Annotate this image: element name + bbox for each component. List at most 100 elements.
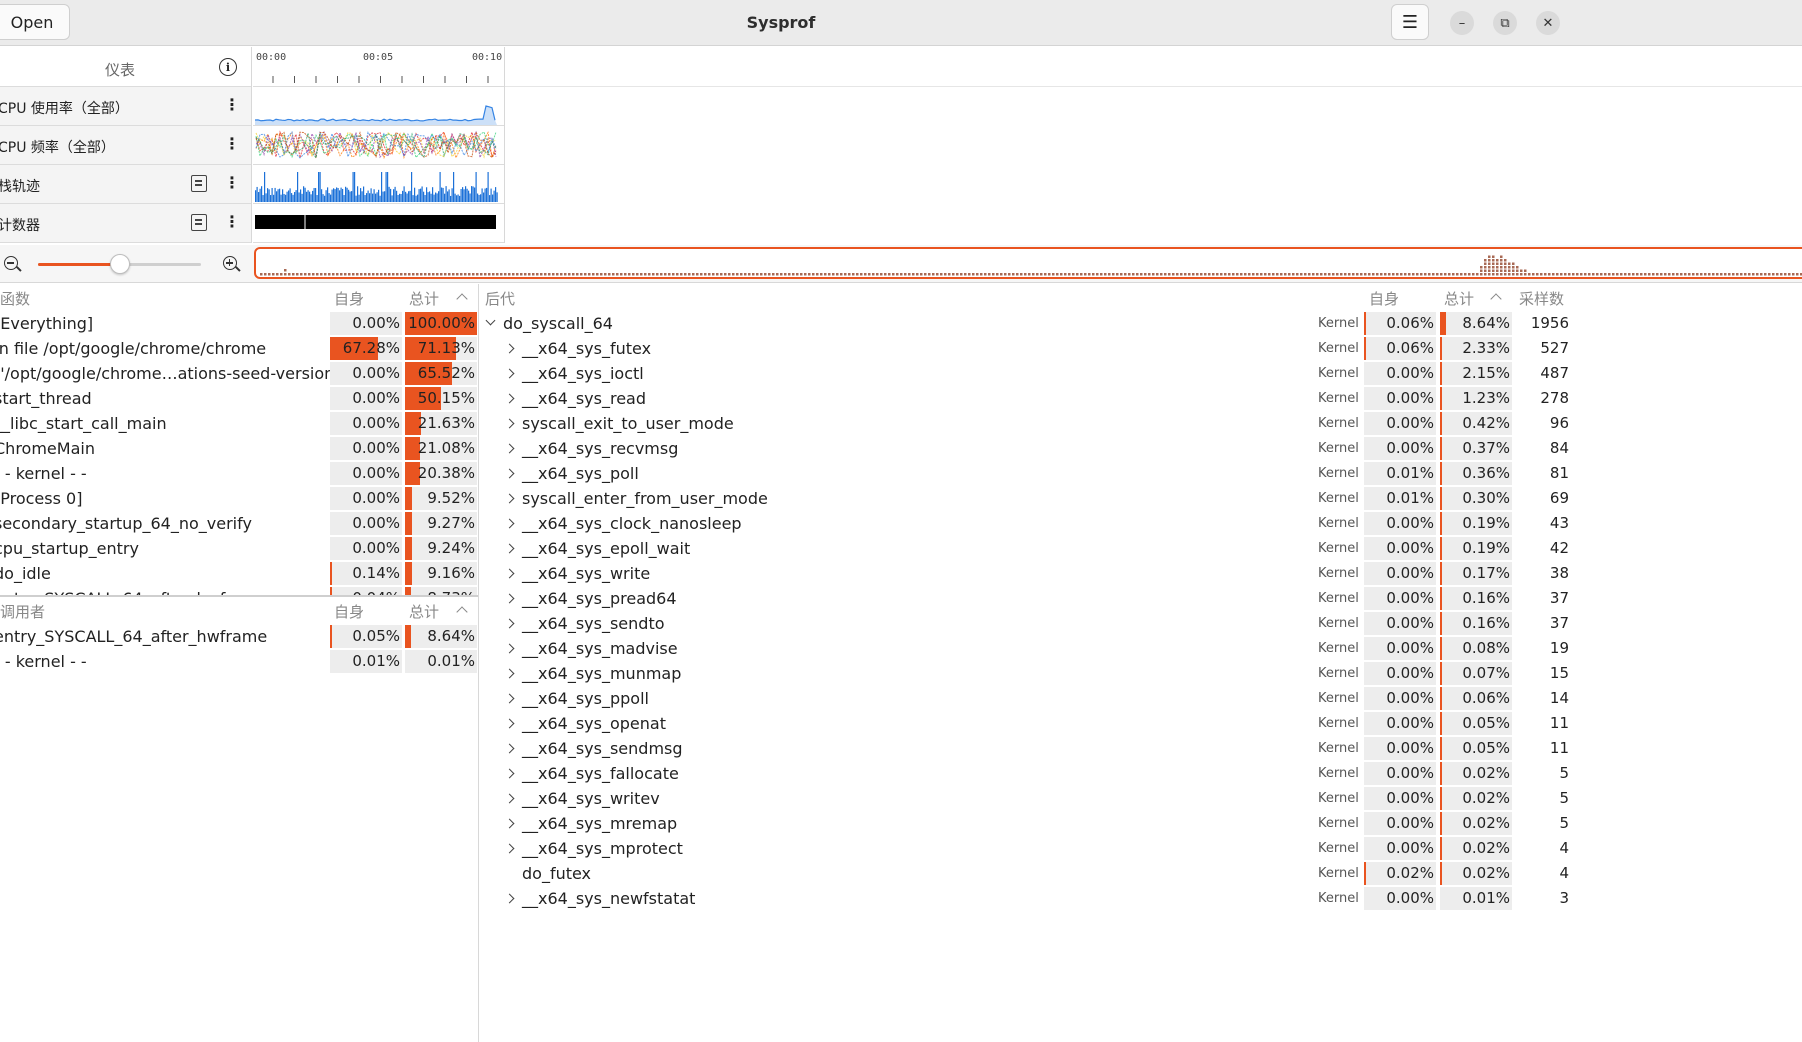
document-icon[interactable] bbox=[191, 175, 207, 192]
expander-expand-icon[interactable] bbox=[504, 418, 515, 429]
expander-expand-icon[interactable] bbox=[504, 593, 515, 604]
zoom-in-icon[interactable] bbox=[223, 256, 237, 270]
descendants-column-header[interactable]: 后代 bbox=[485, 288, 515, 309]
descendant-row[interactable]: __x64_sys_mremap Kernel 0.00% 0.02% 5 bbox=[479, 811, 1802, 836]
expander-expand-icon[interactable] bbox=[504, 343, 515, 354]
caller-row[interactable]: entry_SYSCALL_64_after_hwframe 0.05% 8.64% bbox=[0, 624, 478, 649]
function-row[interactable]: ChromeMain 0.00% 21.08% bbox=[0, 436, 478, 461]
descendant-row[interactable]: do_futex Kernel 0.02% 0.02% 4 bbox=[479, 861, 1802, 886]
expander-expand-icon[interactable] bbox=[504, 393, 515, 404]
expander-expand-icon[interactable] bbox=[504, 843, 515, 854]
function-row[interactable]: In file /opt/google/chrome/chrome 67.28% 7… bbox=[0, 336, 478, 361]
instrument-row[interactable]: 计数器 ⋮ bbox=[0, 204, 251, 243]
function-row[interactable]: - - kernel - - 0.00% 20.38% bbox=[0, 461, 478, 486]
expander-collapse-icon[interactable] bbox=[485, 315, 496, 326]
expander-expand-icon[interactable] bbox=[504, 643, 515, 654]
close-icon[interactable]: ✕ bbox=[1536, 11, 1560, 35]
descendant-row[interactable]: __x64_sys_fallocate Kernel 0.00% 0.02% 5 bbox=[479, 761, 1802, 786]
descendant-row[interactable]: do_syscall_64 Kernel 0.06% 8.64% 1956 bbox=[479, 311, 1802, 336]
minimize-icon[interactable]: – bbox=[1450, 11, 1474, 35]
stack-trace-graph[interactable] bbox=[253, 165, 504, 204]
document-icon[interactable] bbox=[191, 214, 207, 231]
total-percent-cell: 9.27% bbox=[405, 512, 477, 535]
expander-expand-icon[interactable] bbox=[504, 518, 515, 529]
expander-expand-icon[interactable] bbox=[504, 793, 515, 804]
hamburger-menu-icon[interactable]: ☰ bbox=[1391, 4, 1429, 40]
functions-column-header[interactable]: 函数 bbox=[0, 288, 30, 309]
descendant-row[interactable]: __x64_sys_pread64 Kernel 0.00% 0.16% 37 bbox=[479, 586, 1802, 611]
function-row[interactable]: secondary_startup_64_no_verify 0.00% 9.27% bbox=[0, 511, 478, 536]
expander-expand-icon[interactable] bbox=[504, 668, 515, 679]
kebab-menu-icon[interactable]: ⋮ bbox=[224, 214, 240, 230]
descendant-row[interactable]: __x64_sys_epoll_wait Kernel 0.00% 0.19% 42 bbox=[479, 536, 1802, 561]
descendant-row[interactable]: __x64_sys_sendto Kernel 0.00% 0.16% 37 bbox=[479, 611, 1802, 636]
zoom-out-icon[interactable] bbox=[4, 256, 18, 270]
descendant-row[interactable]: __x64_sys_munmap Kernel 0.00% 0.07% 15 bbox=[479, 661, 1802, 686]
expander-expand-icon[interactable] bbox=[504, 893, 515, 904]
expander-expand-icon[interactable] bbox=[504, 693, 515, 704]
descendant-row[interactable]: __x64_sys_mprotect Kernel 0.00% 0.02% 4 bbox=[479, 836, 1802, 861]
function-row[interactable]: do_idle 0.14% 9.16% bbox=[0, 561, 478, 586]
instrument-row[interactable]: 栈轨迹 ⋮ bbox=[0, 165, 251, 204]
expander-expand-icon[interactable] bbox=[504, 368, 515, 379]
descendant-row[interactable]: __x64_sys_clock_nanosleep Kernel 0.00% 0.19… bbox=[479, 511, 1802, 536]
function-row[interactable]: start_thread 0.00% 50.15% bbox=[0, 386, 478, 411]
expander-expand-icon[interactable] bbox=[504, 618, 515, 629]
expander-expand-icon[interactable] bbox=[504, 443, 515, 454]
expander-expand-icon[interactable] bbox=[504, 743, 515, 754]
function-name: ['/opt/google/chrome…ations-seed-version… bbox=[0, 364, 345, 383]
expander-expand-icon[interactable] bbox=[504, 768, 515, 779]
callers-column-header[interactable]: 调用者 bbox=[0, 601, 45, 622]
self-column-header[interactable]: 自身 bbox=[1369, 288, 1399, 309]
function-row[interactable]: entry_SYSCALL_64_after_hwframe0.04%8.73% bbox=[0, 586, 478, 595]
descendant-row[interactable]: __x64_sys_ioctl Kernel 0.00% 2.15% 487 bbox=[479, 361, 1802, 386]
instrument-row[interactable]: CPU 使用率（全部） ⋮ bbox=[0, 87, 251, 126]
descendant-row[interactable]: __x64_sys_madvise Kernel 0.00% 0.08% 19 bbox=[479, 636, 1802, 661]
total-percent-cell: 0.42% bbox=[1440, 412, 1512, 435]
cpu-frequency-graph[interactable] bbox=[253, 126, 504, 165]
caller-row[interactable]: - - kernel - - 0.01% 0.01% bbox=[0, 649, 478, 674]
minimap-sample-mark bbox=[1424, 273, 1427, 276]
expander-expand-icon[interactable] bbox=[504, 468, 515, 479]
descendant-row[interactable]: __x64_sys_futex Kernel 0.06% 2.33% 527 bbox=[479, 336, 1802, 361]
samples-column-header[interactable]: 采样数 bbox=[1519, 288, 1564, 309]
total-column-header[interactable]: 总计 bbox=[409, 601, 439, 622]
expander-expand-icon[interactable] bbox=[504, 493, 515, 504]
total-column-header[interactable]: 总计 bbox=[409, 288, 439, 309]
descendant-row[interactable]: __x64_sys_poll Kernel 0.01% 0.36% 81 bbox=[479, 461, 1802, 486]
descendant-row[interactable]: __x64_sys_openat Kernel 0.00% 0.05% 11 bbox=[479, 711, 1802, 736]
counters-graph[interactable] bbox=[253, 204, 504, 243]
kebab-menu-icon[interactable]: ⋮ bbox=[224, 136, 240, 152]
cpu-usage-graph[interactable] bbox=[253, 87, 504, 126]
function-row[interactable]: __libc_start_call_main 0.00% 21.63% bbox=[0, 411, 478, 436]
descendant-row[interactable]: __x64_sys_writev Kernel 0.00% 0.02% 5 bbox=[479, 786, 1802, 811]
descendant-row[interactable]: __x64_sys_sendmsg Kernel 0.00% 0.05% 11 bbox=[479, 736, 1802, 761]
kebab-menu-icon[interactable]: ⋮ bbox=[224, 97, 240, 113]
descendant-row[interactable]: __x64_sys_write Kernel 0.00% 0.17% 38 bbox=[479, 561, 1802, 586]
descendant-row[interactable]: __x64_sys_read Kernel 0.00% 1.23% 278 bbox=[479, 386, 1802, 411]
function-row[interactable]: cpu_startup_entry 0.00% 9.24% bbox=[0, 536, 478, 561]
restore-icon[interactable]: ⧉ bbox=[1493, 11, 1517, 35]
descendant-row[interactable]: __x64_sys_newfstatat Kernel 0.00% 0.01% 3 bbox=[479, 886, 1802, 911]
function-row[interactable]: ['/opt/google/chrome…ations-seed-version… bbox=[0, 361, 478, 386]
descendant-row[interactable]: __x64_sys_ppoll Kernel 0.00% 0.06% 14 bbox=[479, 686, 1802, 711]
descendant-row[interactable]: syscall_exit_to_user_mode Kernel 0.00% 0.42… bbox=[479, 411, 1802, 436]
zoom-slider-handle[interactable] bbox=[109, 254, 130, 274]
percent-value: 0.00% bbox=[1386, 689, 1434, 707]
expander-expand-icon[interactable] bbox=[504, 543, 515, 554]
descendant-row[interactable]: syscall_enter_from_user_mode Kernel 0.01% 0… bbox=[479, 486, 1802, 511]
total-column-header[interactable]: 总计 bbox=[1444, 288, 1474, 309]
expander-expand-icon[interactable] bbox=[504, 568, 515, 579]
function-row[interactable]: [Everything] 0.00% 100.00% bbox=[0, 311, 478, 336]
timeline-minimap[interactable] bbox=[254, 247, 1802, 279]
info-icon[interactable]: i bbox=[219, 58, 237, 76]
minimap-sample-mark bbox=[280, 273, 283, 276]
self-column-header[interactable]: 自身 bbox=[334, 288, 364, 309]
descendant-row[interactable]: __x64_sys_recvmsg Kernel 0.00% 0.37% 84 bbox=[479, 436, 1802, 461]
instrument-row[interactable]: CPU 频率（全部） ⋮ bbox=[0, 126, 251, 165]
expander-expand-icon[interactable] bbox=[504, 718, 515, 729]
expander-expand-icon[interactable] bbox=[504, 818, 515, 829]
kebab-menu-icon[interactable]: ⋮ bbox=[224, 175, 240, 191]
self-column-header[interactable]: 自身 bbox=[334, 601, 364, 622]
function-row[interactable]: [Process 0] 0.00% 9.52% bbox=[0, 486, 478, 511]
